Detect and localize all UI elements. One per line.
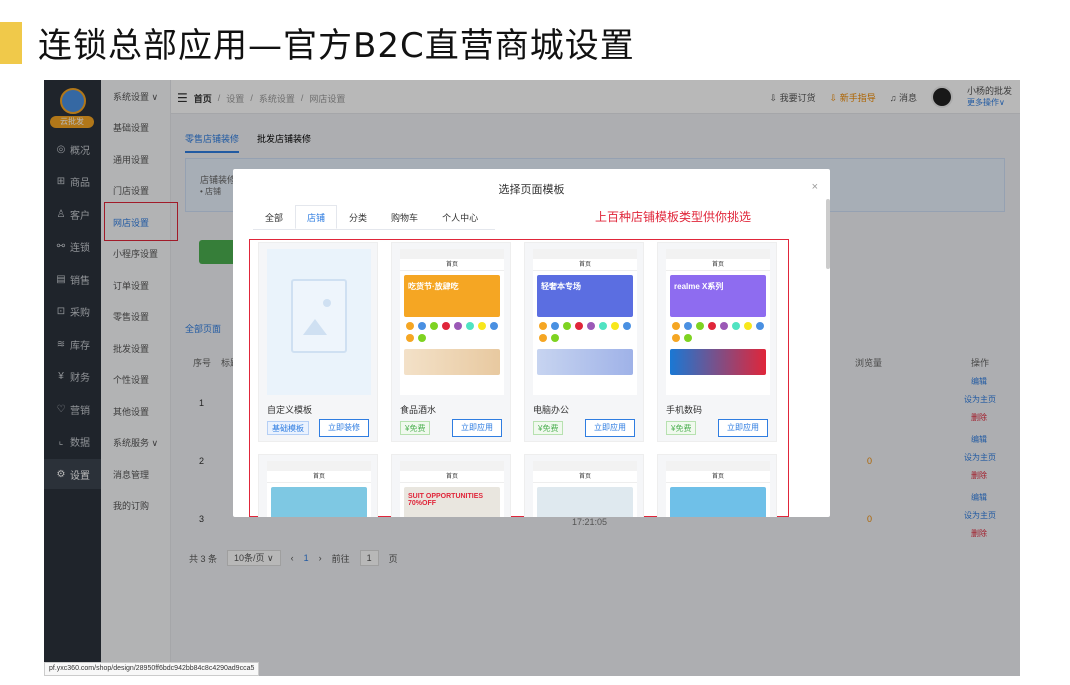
image-placeholder-icon — [291, 279, 347, 353]
template-thumbnail: 首页 — [533, 461, 637, 517]
price-badge: ¥免费 — [400, 421, 431, 435]
template-card[interactable]: 首页 — [524, 454, 644, 517]
slide-title: 连锁总部应用—官方B2C直营商城设置 — [38, 26, 635, 66]
modal-tab[interactable]: 购物车 — [379, 205, 430, 229]
template-name: 电脑办公 — [533, 405, 570, 415]
template-card[interactable]: 自定义模板基础模板 立即装修 — [258, 242, 378, 442]
modal-tab[interactable]: 分类 — [337, 205, 379, 229]
template-thumbnail: 首页 realme X系列 — [666, 249, 770, 395]
apply-template-button[interactable]: 立即装修 — [319, 419, 369, 437]
modal-tabs: 全部 店铺 分类 购物车 个人中心 — [253, 205, 495, 230]
modal-tab[interactable]: 个人中心 — [430, 205, 490, 229]
time-text: 17:21:05 — [572, 517, 608, 527]
template-card[interactable]: 首页轻奢本专场电脑办公 ¥免费 立即应用 — [524, 242, 644, 442]
templates-highlight: 自定义模板 基础模板 立即装修 首页 吃货节·放肆吃 食品酒水 ¥免费 立即应用 首页 轻奢本专场… — [249, 239, 789, 517]
template-name: 手机数码 — [666, 405, 703, 415]
category-icons — [533, 317, 637, 347]
template-banner — [670, 487, 766, 517]
phone-nav-title: 首页 — [400, 471, 504, 483]
promo-strip — [670, 349, 766, 375]
phone-status-bar — [267, 461, 371, 471]
modal-tab[interactable]: 店铺 — [295, 205, 338, 229]
template-name: 食品酒水 — [400, 405, 437, 415]
template-thumbnail: 首页 — [666, 461, 770, 517]
template-card[interactable]: 首页 — [258, 454, 378, 517]
price-badge: ¥免费 — [533, 421, 564, 435]
promo-strip — [537, 349, 633, 375]
phone-nav-title: 首页 — [533, 259, 637, 271]
category-icons — [666, 317, 770, 347]
phone-status-bar — [666, 249, 770, 259]
close-icon[interactable]: × — [812, 181, 818, 193]
status-url: pf.yxc360.com/shop/design/28950ff6bdc942… — [44, 662, 260, 676]
template-thumbnail — [267, 249, 371, 395]
template-banner: SUIT OPPORTUNITIES 70%OFF — [404, 487, 500, 517]
modal-tab[interactable]: 全部 — [253, 205, 295, 229]
template-thumbnail: 首页 SUIT OPPORTUNITIES 70%OFF — [400, 461, 504, 517]
phone-status-bar — [400, 249, 504, 259]
phone-nav-title: 首页 — [267, 471, 371, 483]
promo-strip — [404, 349, 500, 375]
scrollbar[interactable] — [826, 199, 830, 269]
template-banner: 吃货节·放肆吃 — [404, 275, 500, 317]
apply-template-button[interactable]: 立即应用 — [585, 419, 635, 437]
phone-status-bar — [666, 461, 770, 471]
template-card[interactable]: 首页 — [657, 454, 777, 517]
template-name: 自定义模板 — [267, 405, 313, 415]
phone-status-bar — [533, 249, 637, 259]
phone-nav-title: 首页 — [400, 259, 504, 271]
template-banner — [537, 487, 633, 517]
price-badge: 基础模板 — [267, 421, 309, 435]
annotation-text: 上百种店铺模板类型供你挑选 — [595, 210, 752, 224]
modal-title: 选择页面模板 — [498, 184, 565, 196]
phone-status-bar — [400, 461, 504, 471]
phone-status-bar — [533, 461, 637, 471]
template-card[interactable]: 首页 realme X系列手机数码 ¥免费 立即应用 — [657, 242, 777, 442]
app-screenshot: 云批发 ◎ 概况 ⊞ 商品 ♙ 客户 ⚯ 连锁 ▤ 销售 ⊡ 采购 ≋ 库存 ¥ 财务 ♡ 营销 ⌞ 数据 ⚙ 设置 系统… — [44, 80, 1020, 676]
template-thumbnail: 首页 轻奢本专场 — [533, 249, 637, 395]
phone-nav-title: 首页 — [533, 471, 637, 483]
template-card[interactable]: 首页 SUIT OPPORTUNITIES 70%OFF — [391, 454, 511, 517]
template-thumbnail: 首页 — [267, 461, 371, 517]
template-thumbnail: 首页吃货节·放肆吃 — [400, 249, 504, 395]
title-accent-bar — [0, 22, 22, 64]
template-banner: 轻奢本专场 — [537, 275, 633, 317]
template-banner — [271, 487, 367, 517]
template-modal: 选择页面模板 × 全部 店铺 分类 购物车 个人中心 上百种店铺模板类型供你挑选 自定义… — [233, 169, 830, 517]
phone-nav-title: 首页 — [666, 259, 770, 271]
template-card[interactable]: 首页吃货节·放肆吃食品酒水 ¥免费 立即应用 — [391, 242, 511, 442]
template-banner: realme X系列 — [670, 275, 766, 317]
apply-template-button[interactable]: 立即应用 — [718, 419, 768, 437]
category-icons — [400, 317, 504, 347]
price-badge: ¥免费 — [666, 421, 697, 435]
phone-nav-title: 首页 — [666, 471, 770, 483]
apply-template-button[interactable]: 立即应用 — [452, 419, 502, 437]
